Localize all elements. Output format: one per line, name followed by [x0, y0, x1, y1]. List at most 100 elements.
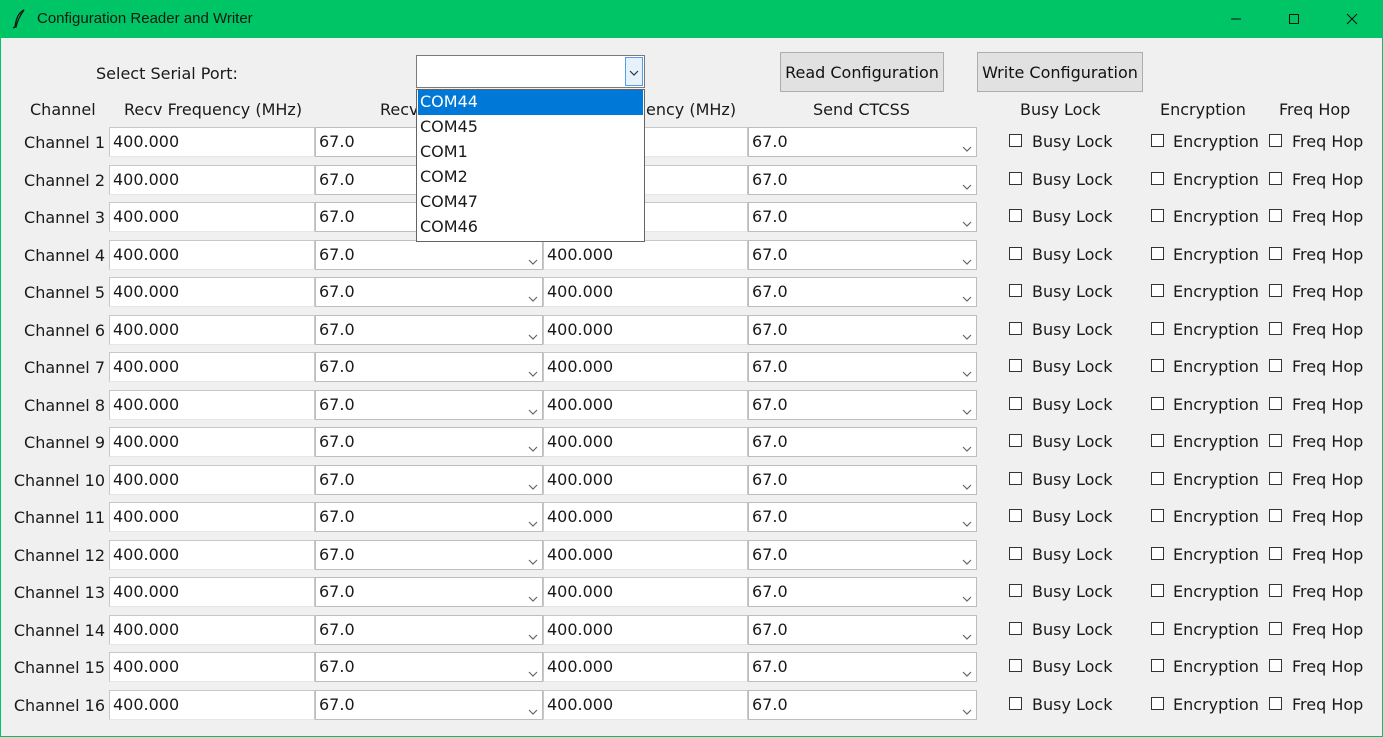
- busy-lock-checkbox[interactable]: [1009, 171, 1022, 185]
- encryption-label[interactable]: Encryption: [1173, 357, 1259, 376]
- recv-frequency-input[interactable]: 400.000: [109, 427, 315, 457]
- freq-hop-label[interactable]: Freq Hop: [1292, 207, 1363, 226]
- recv-frequency-input[interactable]: 400.000: [109, 164, 315, 195]
- chevron-down-icon[interactable]: [527, 699, 539, 715]
- encryption-label[interactable]: Encryption: [1173, 207, 1259, 226]
- send-frequency-input[interactable]: 400.000: [543, 277, 748, 307]
- busy-lock-label[interactable]: Busy Lock: [1032, 507, 1113, 526]
- encryption-label[interactable]: Encryption: [1173, 245, 1259, 264]
- recv-ctcss-combobox[interactable]: 67.0: [315, 652, 543, 682]
- encryption-checkbox[interactable]: [1151, 584, 1164, 597]
- recv-frequency-input[interactable]: 400.000: [109, 502, 315, 532]
- encryption-checkbox[interactable]: [1151, 621, 1164, 635]
- encryption-label[interactable]: Encryption: [1173, 545, 1259, 564]
- send-ctcss-combobox[interactable]: 67.0: [748, 502, 977, 532]
- send-ctcss-combobox[interactable]: 67.0: [748, 464, 977, 495]
- freq-hop-label[interactable]: Freq Hop: [1292, 357, 1363, 376]
- send-ctcss-combobox[interactable]: 67.0: [748, 314, 977, 345]
- send-ctcss-combobox[interactable]: 67.0: [748, 427, 977, 457]
- chevron-down-icon[interactable]: [527, 661, 539, 677]
- recv-ctcss-combobox[interactable]: 67.0: [315, 577, 543, 607]
- freq-hop-label[interactable]: Freq Hop: [1292, 657, 1363, 676]
- freq-hop-checkbox[interactable]: [1269, 471, 1282, 485]
- recv-ctcss-combobox[interactable]: 67.0: [315, 314, 543, 345]
- send-ctcss-combobox[interactable]: 67.0: [748, 352, 977, 382]
- recv-ctcss-combobox[interactable]: 67.0: [315, 464, 543, 495]
- send-ctcss-combobox[interactable]: 67.0: [748, 539, 977, 570]
- send-frequency-input[interactable]: 400.000: [543, 389, 748, 420]
- encryption-checkbox[interactable]: [1151, 471, 1164, 485]
- busy-lock-checkbox[interactable]: [1009, 134, 1022, 147]
- busy-lock-label[interactable]: Busy Lock: [1032, 620, 1113, 639]
- freq-hop-label[interactable]: Freq Hop: [1292, 545, 1363, 564]
- chevron-down-icon[interactable]: [527, 286, 539, 302]
- close-button[interactable]: [1323, 0, 1381, 38]
- encryption-checkbox[interactable]: [1151, 696, 1164, 710]
- busy-lock-checkbox[interactable]: [1009, 359, 1022, 372]
- freq-hop-label[interactable]: Freq Hop: [1292, 320, 1363, 339]
- send-frequency-input[interactable]: 400.000: [543, 614, 748, 645]
- busy-lock-checkbox[interactable]: [1009, 434, 1022, 447]
- serial-port-option[interactable]: COM45: [418, 115, 643, 140]
- send-frequency-input[interactable]: 400.000: [543, 502, 748, 532]
- busy-lock-label[interactable]: Busy Lock: [1032, 132, 1113, 151]
- freq-hop-checkbox[interactable]: [1269, 434, 1282, 447]
- send-ctcss-combobox[interactable]: 67.0: [748, 277, 977, 307]
- recv-frequency-input[interactable]: 400.000: [109, 202, 315, 232]
- encryption-checkbox[interactable]: [1151, 134, 1164, 147]
- send-ctcss-combobox[interactable]: 67.0: [748, 614, 977, 645]
- encryption-label[interactable]: Encryption: [1173, 132, 1259, 151]
- busy-lock-checkbox[interactable]: [1009, 471, 1022, 485]
- freq-hop-checkbox[interactable]: [1269, 171, 1282, 185]
- send-frequency-input[interactable]: 400.000: [543, 314, 748, 345]
- chevron-down-icon[interactable]: [961, 699, 973, 715]
- chevron-down-icon[interactable]: [961, 661, 973, 677]
- encryption-label[interactable]: Encryption: [1173, 470, 1259, 489]
- freq-hop-label[interactable]: Freq Hop: [1292, 582, 1363, 601]
- encryption-checkbox[interactable]: [1151, 659, 1164, 672]
- send-frequency-input[interactable]: 400.000: [543, 352, 748, 382]
- chevron-down-icon[interactable]: [527, 474, 539, 490]
- busy-lock-label[interactable]: Busy Lock: [1032, 282, 1113, 301]
- busy-lock-label[interactable]: Busy Lock: [1032, 357, 1113, 376]
- busy-lock-label[interactable]: Busy Lock: [1032, 245, 1113, 264]
- freq-hop-label[interactable]: Freq Hop: [1292, 245, 1363, 264]
- send-ctcss-combobox[interactable]: 67.0: [748, 389, 977, 420]
- maximize-button[interactable]: [1265, 0, 1323, 38]
- recv-ctcss-combobox[interactable]: 67.0: [315, 277, 543, 307]
- chevron-down-icon[interactable]: [527, 249, 539, 265]
- serial-port-combobox[interactable]: [416, 55, 645, 88]
- send-frequency-input[interactable]: 400.000: [543, 239, 748, 270]
- serial-port-option[interactable]: COM47: [418, 190, 643, 215]
- recv-ctcss-combobox[interactable]: 67.0: [315, 502, 543, 532]
- busy-lock-checkbox[interactable]: [1009, 284, 1022, 297]
- busy-lock-label[interactable]: Busy Lock: [1032, 432, 1113, 451]
- encryption-checkbox[interactable]: [1151, 321, 1164, 335]
- encryption-label[interactable]: Encryption: [1173, 507, 1259, 526]
- encryption-label[interactable]: Encryption: [1173, 657, 1259, 676]
- busy-lock-checkbox[interactable]: [1009, 696, 1022, 710]
- serial-port-dropdown-list[interactable]: COM44 COM45 COM1 COM2 COM47 COM46: [416, 89, 645, 242]
- freq-hop-label[interactable]: Freq Hop: [1292, 695, 1363, 714]
- send-ctcss-combobox[interactable]: 67.0: [748, 239, 977, 270]
- recv-frequency-input[interactable]: 400.000: [109, 652, 315, 682]
- busy-lock-label[interactable]: Busy Lock: [1032, 320, 1113, 339]
- busy-lock-checkbox[interactable]: [1009, 584, 1022, 597]
- freq-hop-checkbox[interactable]: [1269, 621, 1282, 635]
- send-ctcss-combobox[interactable]: 67.0: [748, 127, 977, 157]
- busy-lock-checkbox[interactable]: [1009, 659, 1022, 672]
- encryption-checkbox[interactable]: [1151, 359, 1164, 372]
- recv-ctcss-combobox[interactable]: 67.0: [315, 352, 543, 382]
- freq-hop-checkbox[interactable]: [1269, 359, 1282, 372]
- serial-port-option[interactable]: COM2: [418, 165, 643, 190]
- busy-lock-checkbox[interactable]: [1009, 509, 1022, 522]
- chevron-down-icon[interactable]: [961, 586, 973, 602]
- chevron-down-icon[interactable]: [527, 361, 539, 377]
- title-bar[interactable]: Configuration Reader and Writer: [0, 0, 1383, 38]
- encryption-label[interactable]: Encryption: [1173, 170, 1259, 189]
- freq-hop-label[interactable]: Freq Hop: [1292, 132, 1363, 151]
- minimize-button[interactable]: [1207, 0, 1265, 38]
- busy-lock-checkbox[interactable]: [1009, 396, 1022, 410]
- freq-hop-checkbox[interactable]: [1269, 246, 1282, 260]
- send-frequency-input[interactable]: 400.000: [543, 689, 748, 720]
